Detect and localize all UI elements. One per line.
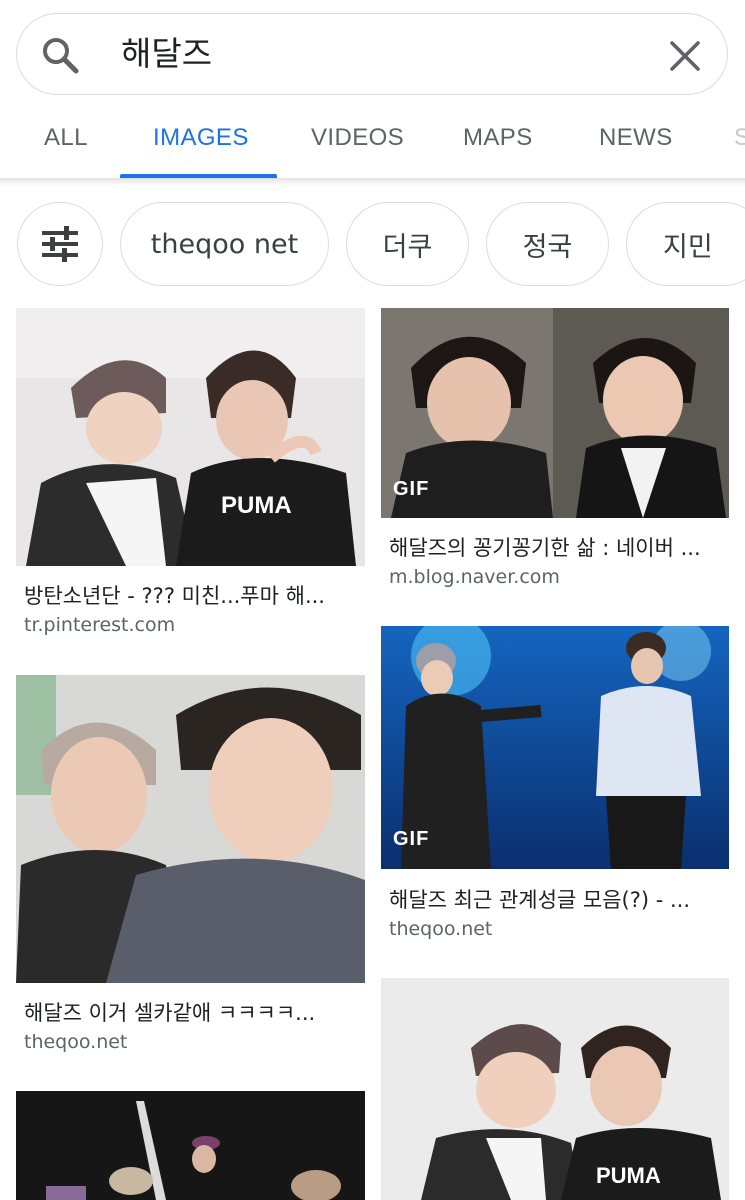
result-title[interactable]: 해달즈의 꽁기꽁기한 삶 : 네이버 ... <box>389 532 701 562</box>
search-bar[interactable]: 해달즈 <box>16 13 728 95</box>
tab-news[interactable]: NEWS <box>599 124 673 152</box>
image-result[interactable]: GIF 해달즈 최근 관계성글 모음(?) - ... theqoo.net <box>381 626 729 946</box>
filter-chip-theqoo-net[interactable]: theqoo net <box>120 202 329 286</box>
tab-maps[interactable]: MAPS <box>463 124 533 152</box>
tab-images[interactable]: IMAGES <box>153 124 249 152</box>
filter-chip-jungkook[interactable]: 정국 <box>486 202 609 286</box>
filter-chip-tools[interactable] <box>17 202 103 286</box>
search-input[interactable]: 해달즈 <box>121 32 212 76</box>
result-thumbnail[interactable] <box>381 626 729 869</box>
filter-chip-theqoo[interactable]: 더쿠 <box>346 202 469 286</box>
tab-videos[interactable]: VIDEOS <box>311 124 404 152</box>
svg-text:PUMA: PUMA <box>596 1163 661 1188</box>
gif-badge: GIF <box>393 828 430 850</box>
result-thumbnail[interactable] <box>381 308 729 518</box>
search-tabs: ALL IMAGES VIDEOS MAPS NEWS S <box>0 108 745 180</box>
image-result[interactable] <box>16 1091 365 1200</box>
image-result[interactable]: PUMA <box>381 978 729 1200</box>
result-thumbnail[interactable] <box>16 1091 365 1200</box>
search-icon[interactable] <box>39 34 81 76</box>
result-thumbnail[interactable]: PUMA <box>381 978 729 1200</box>
tabs-divider <box>0 178 745 186</box>
svg-text:PUMA: PUMA <box>221 492 292 519</box>
gif-badge: GIF <box>393 478 430 500</box>
tab-overflow[interactable]: S <box>734 124 745 152</box>
tab-all[interactable]: ALL <box>44 124 88 152</box>
result-source: m.blog.naver.com <box>389 566 560 588</box>
tune-icon <box>42 226 78 262</box>
image-result[interactable]: 해달즈 이거 셀카같애 ㅋㅋㅋㅋ... theqoo.net <box>16 675 365 1060</box>
result-title[interactable]: 해달즈 최근 관계성글 모음(?) - ... <box>389 884 690 914</box>
filter-chip-jimin[interactable]: 지민 <box>626 202 745 286</box>
result-source: theqoo.net <box>389 918 493 940</box>
result-thumbnail[interactable]: PUMA <box>16 308 365 566</box>
result-title[interactable]: 해달즈 이거 셀카같애 ㅋㅋㅋㅋ... <box>24 997 315 1027</box>
image-result[interactable]: GIF 해달즈의 꽁기꽁기한 삶 : 네이버 ... m.blog.naver.… <box>381 308 729 598</box>
close-icon[interactable] <box>665 36 705 76</box>
result-title[interactable]: 방탄소년단 - ??? 미친...푸마 해... <box>24 580 325 610</box>
result-source: theqoo.net <box>24 1031 128 1053</box>
result-source: tr.pinterest.com <box>24 614 176 636</box>
image-result[interactable]: PUMA 방탄소년단 - ??? 미친...푸마 해... tr.pintere… <box>16 308 365 648</box>
result-thumbnail[interactable] <box>16 675 365 983</box>
